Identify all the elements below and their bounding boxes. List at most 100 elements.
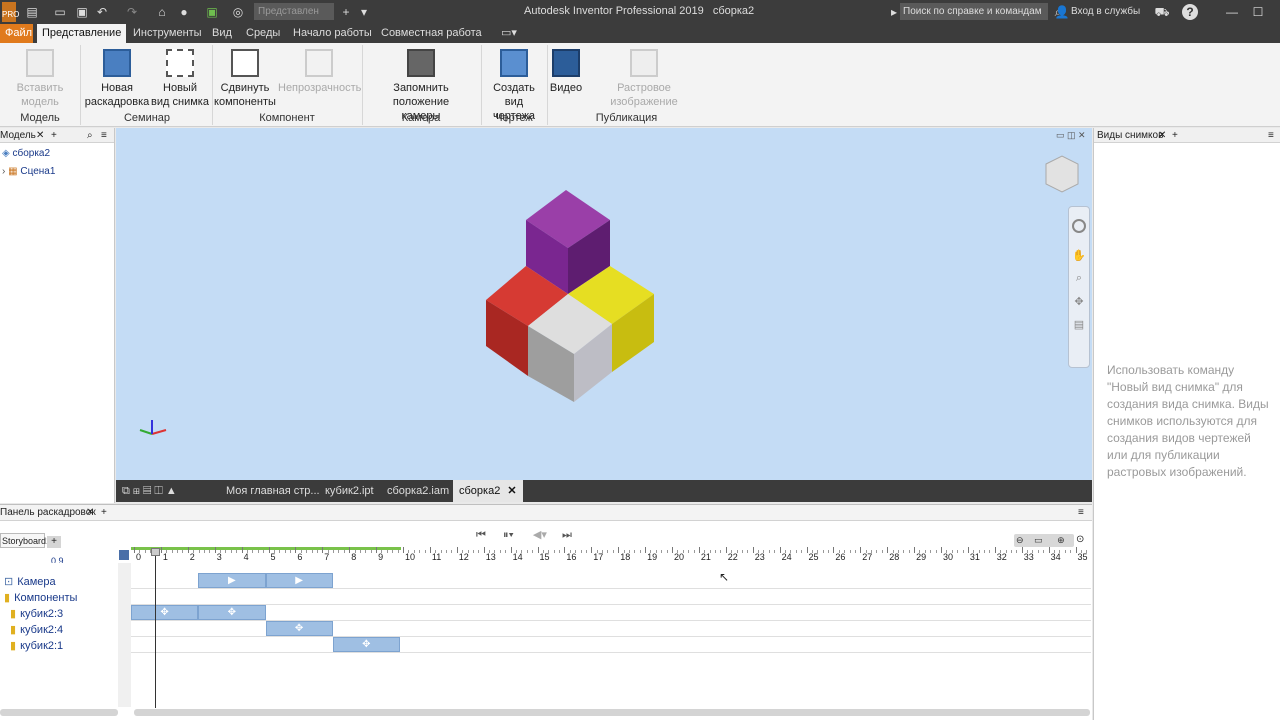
cascade-icon[interactable]: ⧉ ⊞ ▤ ◫ ▲	[116, 480, 183, 502]
doc-tab-part[interactable]: кубик2.ipt	[319, 480, 380, 502]
tab-view[interactable]: Вид	[207, 24, 237, 43]
add-tab-icon[interactable]: +	[51, 128, 57, 143]
viewport-minimize-icon[interactable]: ▭ ◫ ✕	[1056, 130, 1086, 141]
close-icon[interactable]: ✕	[1158, 128, 1166, 143]
pan-icon[interactable]: ✋	[1072, 249, 1086, 262]
redo-icon[interactable]: ↷	[124, 4, 140, 20]
doc-tab-assembly[interactable]: сборка2.iam	[381, 480, 455, 502]
zoom-out-icon[interactable]: ⊖	[1016, 535, 1024, 545]
move-action-segment[interactable]: ✥	[131, 605, 199, 620]
reverse-icon[interactable]: ◀▾	[533, 529, 547, 541]
close-icon[interactable]: ✕	[36, 128, 44, 143]
camera-action-segment[interactable]: ▶	[265, 573, 333, 588]
playhead[interactable]	[155, 548, 156, 708]
insert-model-button[interactable]: Вставить модель	[0, 47, 80, 109]
doc-tab-presentation[interactable]: сборка2 ✕	[453, 480, 523, 502]
track-label[interactable]: ▮ кубик2:3	[10, 607, 63, 620]
material-icon[interactable]: ●	[176, 4, 192, 20]
zoom-controls: ⊖ ▭ ⊕	[1014, 534, 1074, 547]
track-label-text: Компоненты	[14, 592, 78, 604]
video-button[interactable]: Видео	[549, 47, 583, 95]
doc-tab-home[interactable]: Моя главная стр...	[220, 480, 326, 502]
move-action-segment[interactable]: ✥	[332, 637, 400, 652]
rewind-icon[interactable]: ⏮	[476, 529, 486, 541]
timeline-scrollbar[interactable]	[134, 709, 1090, 716]
track-row-line	[131, 636, 1091, 637]
menu-icon[interactable]: ≡	[101, 128, 107, 143]
app-logo-icon[interactable]: PRO	[2, 2, 19, 22]
maximize-icon[interactable]: ☐	[1250, 4, 1266, 20]
insert-model-label: Вставить модель	[16, 82, 64, 108]
tab-environments[interactable]: Среды	[241, 24, 285, 43]
customize-icon[interactable]: ▾	[356, 4, 372, 20]
menu-icon[interactable]: ≡	[1268, 128, 1274, 143]
new-file-icon[interactable]: ▤	[24, 4, 40, 20]
graphics-window[interactable]: ▭ ◫ ✕ ✋ ⌕ ✥ ▤	[116, 128, 1092, 480]
tab-collaborate[interactable]: Совместная работа	[376, 24, 487, 43]
track-label[interactable]: ▮ кубик2:1	[10, 639, 63, 652]
look-at-icon[interactable]: ▤	[1072, 318, 1086, 331]
calendar-icon[interactable]	[119, 550, 129, 560]
orbit-icon[interactable]: ✥	[1072, 295, 1086, 308]
ruler-subtick	[1037, 550, 1039, 553]
search-icon[interactable]: ⌕	[87, 128, 93, 143]
play-icon[interactable]: ⏸▾	[503, 529, 514, 541]
ruler-tick-label: 8	[351, 552, 357, 562]
track-label[interactable]: ⊡ Камера	[4, 575, 56, 588]
new-storyboard-tab-icon[interactable]: +	[47, 536, 61, 548]
ruler-subtick	[499, 550, 501, 553]
video-camera-icon: ▶	[295, 575, 303, 586]
camera-action-segment[interactable]: ▶	[198, 573, 266, 588]
measure-icon[interactable]: ◎	[230, 4, 246, 20]
add-icon[interactable]: +	[338, 4, 354, 20]
close-icon[interactable]: ✕	[86, 505, 94, 520]
expand-icon[interactable]: ›	[2, 166, 5, 177]
left-scrollbar[interactable]	[0, 709, 118, 716]
home-icon[interactable]: ⌂	[154, 4, 170, 20]
minimize-icon[interactable]: —	[1224, 4, 1240, 20]
track-label[interactable]: ▮ Компоненты	[4, 591, 77, 604]
add-tab-icon[interactable]: +	[101, 505, 107, 520]
new-storyboard-button[interactable]: Новая раскадровка	[84, 47, 150, 109]
tab-tools[interactable]: Инструменты	[128, 24, 207, 43]
playhead-handle-icon[interactable]	[151, 548, 160, 556]
steering-wheel-icon[interactable]	[1072, 219, 1086, 233]
zoom-in-icon[interactable]: ⊕	[1057, 535, 1065, 545]
zoom-icon[interactable]: ⌕	[1072, 272, 1086, 285]
tab-presentation[interactable]: Представление	[37, 24, 127, 43]
signin-button[interactable]: Вход в службы	[1071, 6, 1140, 17]
open-file-icon[interactable]: ▭	[52, 4, 68, 20]
move-action-segment[interactable]: ✥	[265, 621, 333, 636]
ruler-subtick	[666, 550, 668, 553]
undo-icon[interactable]: ↶	[94, 4, 110, 20]
ribbon-options-icon[interactable]: ▭▾	[496, 24, 522, 43]
help-icon[interactable]: ?	[1182, 4, 1198, 20]
move-action-segment[interactable]: ✥	[198, 605, 266, 620]
tab-get-started[interactable]: Начало работы	[288, 24, 377, 43]
ruler-tick	[187, 547, 189, 553]
tab-file[interactable]: Файл	[0, 24, 33, 43]
model-tab[interactable]: Модель	[0, 130, 36, 141]
zoom-slider[interactable]: ▭	[1034, 535, 1043, 545]
opacity-button[interactable]: Непрозрачность	[278, 47, 361, 95]
close-icon[interactable]: ✕	[507, 485, 516, 497]
add-tab-icon[interactable]: +	[1172, 128, 1178, 143]
raster-image-button[interactable]: Растровое изображение	[584, 47, 704, 109]
tree-item-root[interactable]: ◈ сборка2	[2, 148, 50, 159]
storyboard-tab[interactable]: Storyboard1	[0, 533, 51, 548]
forward-end-icon[interactable]: ⏭	[562, 529, 572, 541]
help-search-input[interactable]: Поиск по справке и командам	[900, 3, 1048, 20]
update-icon[interactable]: ▣	[204, 4, 220, 20]
snapshot-tab[interactable]: Виды снимков	[1097, 130, 1163, 141]
save-icon[interactable]: ▣	[74, 4, 90, 20]
appearance-dropdown[interactable]: Представлен	[254, 3, 334, 20]
zoom-fit-icon[interactable]: ⊙	[1076, 534, 1084, 545]
new-snapshot-button[interactable]: Новый вид снимка	[150, 47, 210, 109]
menu-icon[interactable]: ≡	[1078, 505, 1084, 520]
tweak-components-button[interactable]: Сдвинуть компоненты	[214, 47, 276, 109]
tree-item-scene[interactable]: › ▦ Сцена1	[2, 166, 55, 177]
ruler-subtick	[1064, 550, 1066, 553]
axis-y-line	[139, 429, 153, 435]
cart-icon[interactable]: ⛟	[1154, 4, 1170, 20]
track-label[interactable]: ▮ кубик2:4	[10, 623, 63, 636]
